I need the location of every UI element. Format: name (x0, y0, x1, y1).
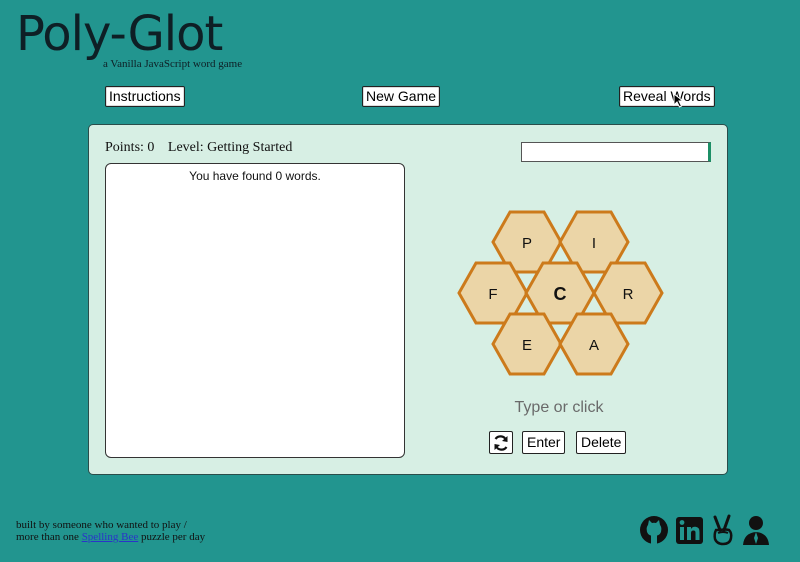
github-icon[interactable] (639, 514, 669, 546)
footer-line-1: built by someone who wanted to play / (16, 519, 187, 531)
level-display: Level: Getting Started (167, 140, 293, 155)
footer-line-2: more than one Spelling Bee puzzle per da… (16, 531, 205, 543)
hex-cell-outer-5[interactable]: E (491, 312, 563, 376)
input-prompt: Type or click (514, 399, 604, 416)
shuffle-button[interactable] (489, 431, 513, 454)
hex-letter: P (522, 235, 532, 252)
person-icon[interactable] (741, 514, 771, 546)
mouse-cursor-icon (673, 93, 685, 108)
letter-hive: P I F C R E A (457, 210, 664, 376)
app-subtitle: a Vanilla JavaScript word game (103, 58, 243, 70)
found-words-message: You have found 0 words. (189, 169, 321, 183)
found-words-list: You have found 0 words. (105, 163, 405, 458)
new-game-button[interactable]: New Game (362, 86, 441, 107)
peace-hand-icon[interactable] (708, 514, 738, 546)
center-letter: C (554, 284, 567, 304)
hex-letter: A (589, 337, 599, 354)
hex-letter: R (623, 286, 634, 303)
refresh-icon (494, 435, 508, 452)
hex-letter: E (522, 337, 532, 354)
game-panel: Points: 0 Level: Getting Started You hav… (88, 124, 728, 475)
app-title: Poly-Glot (16, 6, 223, 62)
points-display: Points: 0 (105, 140, 155, 155)
footer-prefix: more than one (16, 531, 82, 543)
enter-button[interactable]: Enter (522, 431, 566, 454)
hex-letter: I (592, 235, 596, 252)
word-input[interactable] (521, 142, 711, 162)
hex-letter: F (488, 286, 497, 303)
footer-credit: built by someone who wanted to play / mo… (16, 519, 205, 543)
reveal-words-button[interactable]: Reveal Words (619, 86, 715, 107)
hex-cell-outer-6[interactable]: A (558, 312, 630, 376)
instructions-button[interactable]: Instructions (105, 86, 185, 107)
footer-suffix: puzzle per day (138, 531, 206, 543)
delete-button[interactable]: Delete (576, 431, 627, 454)
spelling-bee-link[interactable]: Spelling Bee (82, 531, 139, 543)
linkedin-icon[interactable] (675, 514, 705, 546)
stats-bar: Points: 0 Level: Getting Started (105, 140, 302, 156)
